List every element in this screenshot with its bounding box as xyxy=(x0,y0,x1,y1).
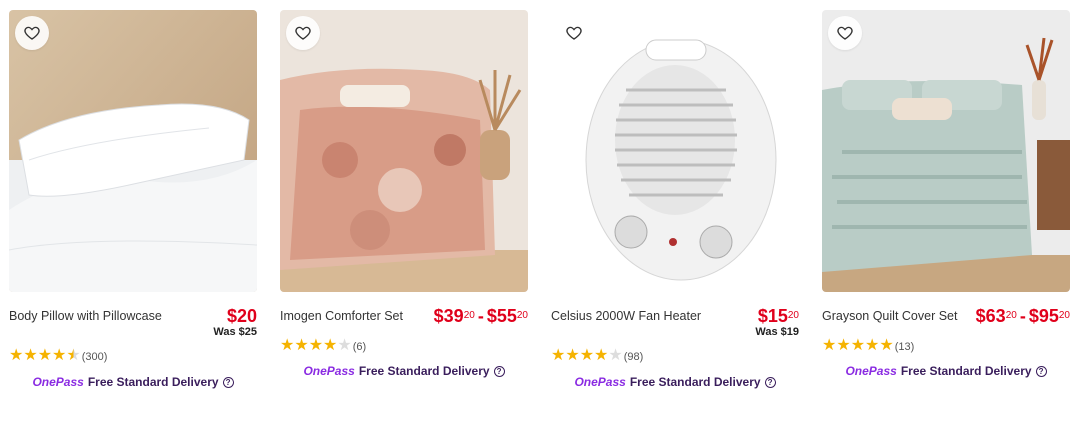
delivery-text: Free Standard Delivery xyxy=(87,375,219,389)
product-price: $1520 xyxy=(757,306,799,326)
delivery-text: Free Standard Delivery xyxy=(900,364,1032,378)
product-title[interactable]: Body Pillow with Pillowcase xyxy=(9,309,162,323)
product-grid: Body Pillow with Pillowcase $20 Was $25 … xyxy=(9,10,1070,389)
delivery-text: Free Standard Delivery xyxy=(358,364,490,378)
star-icon: ★ xyxy=(9,347,24,364)
star-icon: ★ xyxy=(37,347,53,364)
product-price-range: $6320- $9520 xyxy=(975,306,1070,326)
heart-icon xyxy=(24,26,40,40)
product-image[interactable] xyxy=(9,10,257,292)
star-icon: ★ xyxy=(579,347,595,364)
delivery-info: OnePass Free Standard Delivery ? xyxy=(822,364,1070,378)
product-title[interactable]: Imogen Comforter Set xyxy=(280,309,403,323)
star-rating: ★ ★ ★ ★ ★ xyxy=(280,338,352,354)
onepass-logo: OnePass xyxy=(574,375,626,389)
star-rating: ★ ★ ★ ★ ★ xyxy=(9,348,81,364)
star-rating: ★ ★ ★ ★ ★ xyxy=(551,348,623,364)
delivery-info: OnePass Free Standard Delivery ? xyxy=(280,364,528,378)
product-image[interactable] xyxy=(822,10,1070,292)
wishlist-button[interactable] xyxy=(557,16,591,50)
was-price: Was $19 xyxy=(755,326,799,338)
heart-icon xyxy=(837,26,853,40)
star-icon: ★ xyxy=(294,337,309,354)
star-icon: ★ xyxy=(565,347,580,364)
product-card[interactable]: Grayson Quilt Cover Set $6320- $9520 ★ ★ ★ ★… xyxy=(822,10,1070,389)
product-card[interactable]: Body Pillow with Pillowcase $20 Was $25 … xyxy=(9,10,257,389)
star-icon: ★ xyxy=(865,337,880,354)
product-image[interactable] xyxy=(280,10,528,292)
info-icon[interactable]: ? xyxy=(222,376,234,388)
review-count[interactable]: (300) xyxy=(82,351,108,363)
star-icon: ★ xyxy=(850,337,866,354)
info-icon[interactable]: ? xyxy=(493,365,505,377)
star-half-icon: ★ xyxy=(66,347,81,364)
was-price: Was $25 xyxy=(213,326,257,338)
star-icon: ★ xyxy=(822,337,837,354)
review-count[interactable]: (98) xyxy=(624,351,644,363)
info-icon[interactable]: ? xyxy=(764,376,776,388)
wishlist-button[interactable] xyxy=(286,16,320,50)
review-count[interactable]: (13) xyxy=(895,341,915,353)
product-card[interactable]: Celsius 2000W Fan Heater $1520 Was $19 ★… xyxy=(551,10,799,389)
product-image[interactable] xyxy=(551,10,799,292)
delivery-info: OnePass Free Standard Delivery ? xyxy=(551,375,799,389)
onepass-logo: OnePass xyxy=(303,364,355,378)
heart-icon xyxy=(295,26,311,40)
star-icon: ★ xyxy=(280,337,295,354)
star-icon: ★ xyxy=(836,337,851,354)
star-empty-icon: ★ xyxy=(608,347,623,364)
rating: ★ ★ ★ ★ ★ (300) xyxy=(9,348,257,364)
star-icon: ★ xyxy=(594,347,609,364)
review-count[interactable]: (6) xyxy=(353,341,366,353)
rating: ★ ★ ★ ★ ★ (13) xyxy=(822,338,1070,354)
product-title[interactable]: Grayson Quilt Cover Set xyxy=(822,309,957,323)
wishlist-button[interactable] xyxy=(15,16,49,50)
delivery-text: Free Standard Delivery xyxy=(629,375,761,389)
star-icon: ★ xyxy=(52,347,67,364)
star-icon: ★ xyxy=(308,337,324,354)
product-price: $20 xyxy=(226,306,257,326)
rating: ★ ★ ★ ★ ★ (6) xyxy=(280,338,528,354)
delivery-info: OnePass Free Standard Delivery ? xyxy=(9,375,257,389)
onepass-logo: OnePass xyxy=(32,375,84,389)
star-icon: ★ xyxy=(23,347,38,364)
product-title[interactable]: Celsius 2000W Fan Heater xyxy=(551,309,701,323)
star-empty-icon: ★ xyxy=(337,337,352,354)
star-icon: ★ xyxy=(879,337,894,354)
star-rating: ★ ★ ★ ★ ★ xyxy=(822,338,894,354)
star-icon: ★ xyxy=(323,337,338,354)
wishlist-button[interactable] xyxy=(828,16,862,50)
product-card[interactable]: Imogen Comforter Set $3920- $5520 ★ ★ ★ ★ ★ (… xyxy=(280,10,528,389)
star-icon: ★ xyxy=(551,347,566,364)
product-price-range: $3920- $5520 xyxy=(433,306,528,326)
info-icon[interactable]: ? xyxy=(1035,365,1047,377)
onepass-logo: OnePass xyxy=(845,364,897,378)
heart-icon xyxy=(566,26,582,40)
rating: ★ ★ ★ ★ ★ (98) xyxy=(551,348,799,364)
